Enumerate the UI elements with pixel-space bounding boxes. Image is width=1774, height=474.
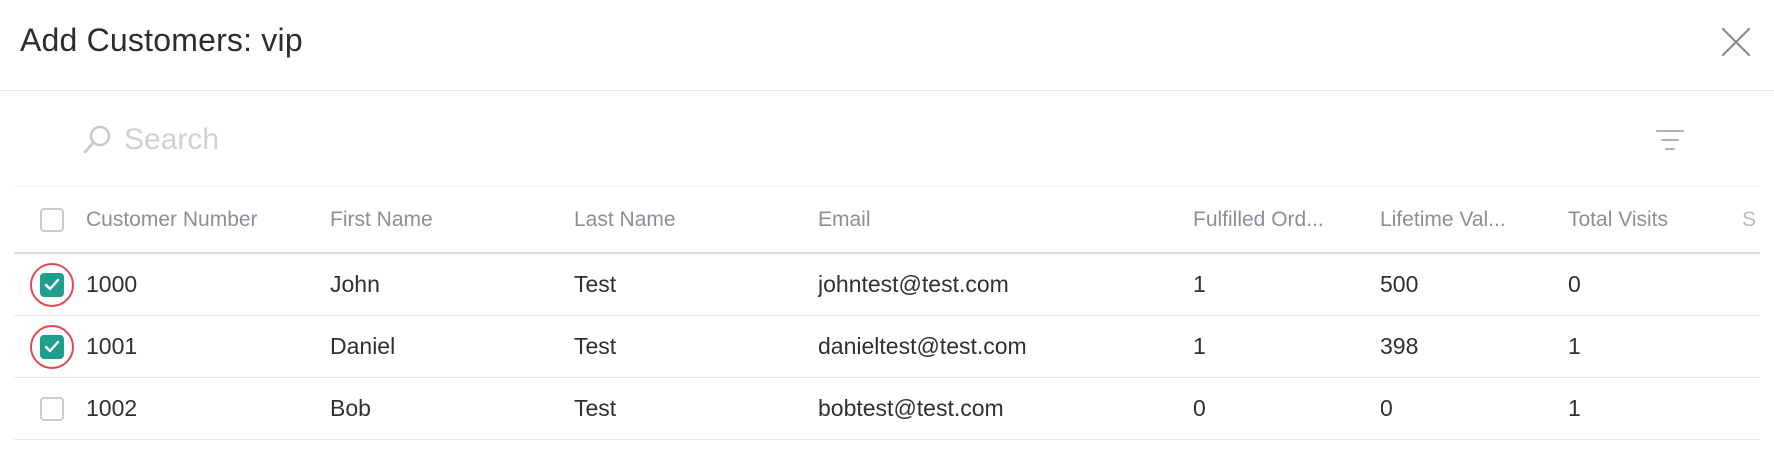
header-customer-number[interactable]: Customer Number — [86, 187, 316, 252]
cell-fulfilled-orders: 0 — [1193, 395, 1206, 421]
close-icon — [1721, 27, 1751, 57]
select-all-cell — [28, 187, 76, 252]
table-header-row: Customer Number First Name Last Name Ema… — [14, 186, 1760, 254]
table-row[interactable]: 1001 Daniel Test danieltest@test.com 1 3… — [14, 316, 1760, 378]
cell-customer-number: 1002 — [86, 395, 138, 421]
cell-email: danieltest@test.com — [818, 333, 1027, 359]
table-row[interactable]: 1000 John Test johntest@test.com 1 500 0 — [14, 254, 1760, 316]
cell-fulfilled-orders: 1 — [1193, 271, 1206, 297]
cell-total-visits: 1 — [1568, 395, 1581, 421]
cell-lifetime-value: 500 — [1380, 271, 1419, 297]
cell-last-name: Test — [574, 271, 617, 297]
cell-email: bobtest@test.com — [818, 395, 1004, 421]
header-first-name[interactable]: First Name — [330, 187, 560, 252]
cell-last-name: Test — [574, 395, 617, 421]
header-email[interactable]: Email — [818, 187, 1178, 252]
cell-fulfilled-orders: 1 — [1193, 333, 1206, 359]
filter-button[interactable] — [1656, 128, 1684, 154]
check-icon — [44, 340, 60, 352]
cell-email: johntest@test.com — [818, 271, 1009, 297]
table-row[interactable]: 1002 Bob Test bobtest@test.com 0 0 1 — [14, 378, 1760, 440]
cell-first-name: John — [330, 271, 380, 297]
add-customers-dialog: Add Customers: vip Customer Nu — [0, 0, 1774, 474]
header-last-name[interactable]: Last Name — [574, 187, 804, 252]
filter-icon — [1656, 130, 1684, 150]
header-lifetime-value[interactable]: Lifetime Val... — [1380, 187, 1560, 252]
row-checkbox[interactable] — [40, 334, 64, 359]
cell-total-visits: 0 — [1568, 271, 1581, 297]
close-button[interactable] — [1720, 26, 1752, 58]
row-checkbox[interactable] — [40, 396, 64, 421]
cell-customer-number: 1000 — [86, 271, 138, 297]
header-fulfilled-orders[interactable]: Fulfilled Ord... — [1193, 187, 1373, 252]
search-bar — [0, 118, 1774, 168]
search-icon — [83, 125, 111, 154]
row-select-cell — [28, 378, 76, 439]
check-icon — [44, 278, 60, 290]
search-input[interactable] — [124, 120, 724, 160]
customers-table: Customer Number First Name Last Name Ema… — [14, 186, 1760, 440]
dialog-title: Add Customers: vip — [20, 22, 303, 58]
row-checkbox[interactable] — [40, 272, 64, 297]
select-all-checkbox[interactable] — [40, 207, 64, 232]
cell-lifetime-value: 0 — [1380, 395, 1393, 421]
cell-last-name: Test — [574, 333, 617, 359]
cell-total-visits: 1 — [1568, 333, 1581, 359]
dialog-header: Add Customers: vip — [0, 0, 1774, 91]
cell-customer-number: 1001 — [86, 333, 138, 359]
cell-first-name: Bob — [330, 395, 371, 421]
cell-first-name: Daniel — [330, 333, 396, 359]
row-select-cell — [28, 254, 76, 315]
highlight-ring — [30, 262, 74, 307]
header-truncated-column[interactable]: S — [1742, 187, 1760, 252]
header-total-visits[interactable]: Total Visits — [1568, 187, 1738, 252]
row-select-cell — [28, 316, 76, 377]
highlight-ring — [30, 324, 74, 369]
cell-lifetime-value: 398 — [1380, 333, 1419, 359]
